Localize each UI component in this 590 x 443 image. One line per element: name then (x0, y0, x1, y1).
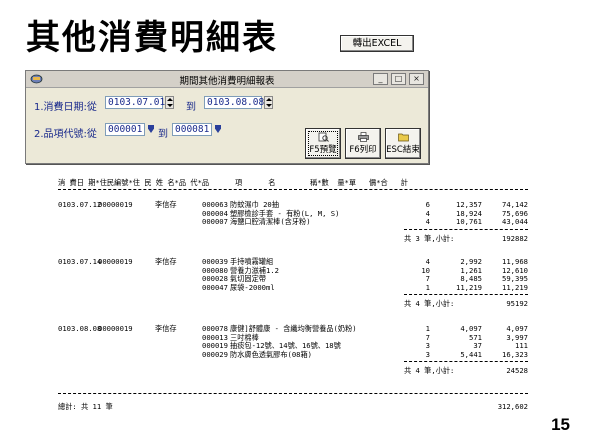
maximize-button[interactable]: □ (391, 73, 406, 85)
date-to-spinner[interactable] (264, 96, 273, 109)
subtotal-divider (404, 294, 528, 296)
row-item-name: 尿袋-2000ml (230, 282, 275, 292)
report-header: 消 費日 期*住民編號*住 民 姓 名*品 代*品 項 名 稱*數 量*單 價*… (58, 178, 408, 187)
action-buttons: F5預覽 F6列印 ESC結束 (305, 128, 425, 160)
subtotal-value: 192882 (502, 233, 528, 243)
row-unit-price: 10,761 (456, 217, 482, 227)
window-title: 期間其他消費明細報表 (179, 76, 275, 87)
export-excel-button[interactable]: 轉出EXCEL (340, 35, 414, 52)
row-qty: 1 (425, 282, 430, 292)
row-item-name: 防水膚色透氣膠布(08箱) (230, 349, 312, 359)
subtotal-divider (404, 228, 528, 230)
folder-icon (397, 133, 409, 142)
subtotal-label: 共 4 筆,小計: (404, 366, 455, 376)
report-row: 000047 尿袋-2000ml 1 11,219 11,219 (58, 283, 528, 293)
date-to-label: 到 (186, 102, 196, 113)
row-item-code: 000029 (202, 349, 228, 359)
grand-total-label: 總計: 共 11 筆 (58, 402, 113, 411)
preview-button-label: F5預覽 (309, 145, 337, 155)
item-from-input[interactable]: 000001 (105, 123, 145, 136)
subtotal-row: 共 3 筆,小計: 192882 (58, 234, 528, 244)
title-bar[interactable]: 期間其他消費明細報表 _ □ × (26, 71, 428, 88)
grand-total-value: 312,602 (497, 402, 528, 411)
date-from-input[interactable]: 0103.07.01 (105, 96, 165, 109)
item-to-input[interactable]: 000081 (172, 123, 212, 136)
exit-button[interactable]: ESC結束 (385, 128, 421, 159)
item-to-dropdown-icon[interactable] (214, 123, 222, 135)
grand-total-row: 總計: 共 11 筆 312,602 (58, 402, 528, 412)
report-row: 000029 防水膚色透氣膠布(08箱) 3 5,441 16,323 (58, 350, 528, 360)
row-amount: 43,044 (502, 217, 528, 227)
row-amount: 16,323 (502, 349, 528, 359)
page-number: 15 (551, 415, 570, 434)
subtotal-row: 共 4 筆,小計: 95192 (58, 299, 528, 309)
preview-icon (318, 132, 329, 142)
item-to-label: 到 (158, 129, 168, 140)
date-to-input[interactable]: 0103.08.08 (204, 96, 264, 109)
report-row: 000007 海鹽口腔清潔棒(含牙粉) 4 10,761 43,044 (58, 217, 528, 227)
slide-title: 其他消費明細表 (26, 18, 278, 58)
item-from-dropdown-icon[interactable] (147, 123, 155, 135)
preview-button[interactable]: F5預覽 (305, 128, 341, 159)
row-amount: 11,219 (502, 282, 528, 292)
date-range-label: 1.消費日期:從 (34, 102, 97, 113)
row-item-code: 000007 (202, 217, 228, 227)
header-divider (58, 189, 528, 190)
exit-button-label: ESC結束 (386, 145, 420, 155)
total-divider (58, 393, 528, 394)
subtotal-label: 共 4 筆,小計: (404, 299, 455, 309)
subtotal-value: 24528 (506, 366, 528, 376)
subtotal-divider (404, 361, 528, 363)
row-item-name: 海鹽口腔清潔棒(含牙粉) (230, 217, 311, 227)
row-qty: 3 (425, 349, 430, 359)
print-button[interactable]: F6列印 (345, 128, 381, 159)
row-unit-price: 5,441 (460, 349, 482, 359)
item-range-label: 2.品項代號:從 (34, 129, 97, 140)
row-item-code: 000047 (202, 282, 228, 292)
printer-icon (357, 132, 369, 142)
row-qty: 4 (425, 217, 430, 227)
close-button[interactable]: × (409, 73, 424, 85)
print-button-label: F6列印 (349, 145, 377, 155)
row-unit-price: 11,219 (456, 282, 482, 292)
subtotal-label: 共 3 筆,小計: (404, 233, 455, 243)
subtotal-row: 共 4 筆,小計: 24528 (58, 366, 528, 376)
minimize-button[interactable]: _ (373, 73, 388, 85)
date-from-spinner[interactable] (165, 96, 174, 109)
subtotal-value: 95192 (506, 299, 528, 309)
